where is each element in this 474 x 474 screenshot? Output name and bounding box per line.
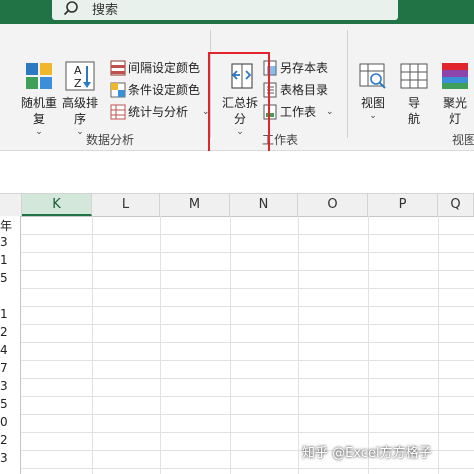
interval-color-icon — [110, 60, 126, 76]
condition-color-button[interactable]: 条件设定颜色 — [110, 81, 206, 99]
stats-analysis-button[interactable]: 统计与分析 ⌄ — [110, 103, 210, 121]
highlight-box — [208, 52, 270, 154]
row-fragment: 3 — [0, 235, 8, 249]
chevron-down-icon: ⌄ — [326, 107, 334, 117]
title-bar: 搜索 — [0, 0, 474, 24]
row-fragment: 年 — [0, 219, 13, 233]
column-header-l[interactable]: L — [92, 194, 160, 216]
navigation-button[interactable]: 导 航 — [398, 61, 430, 127]
stats-analysis-label: 统计与分析 — [128, 105, 189, 119]
row-fragment: 5 — [0, 397, 8, 411]
row-fragment: 2 — [0, 433, 8, 447]
advanced-sort-label-1: 高级排 — [61, 96, 98, 110]
random-repeat-button[interactable]: 随机重 复 ⌄ — [16, 61, 62, 137]
group-divider — [347, 30, 348, 138]
svg-text:Z: Z — [74, 77, 82, 90]
sheet-toc-button[interactable]: 表格目录 — [262, 81, 342, 99]
spotlight-label-2: 灯 — [448, 112, 461, 126]
view-group-label: 视图 — [452, 133, 474, 147]
random-repeat-label-2: 复 — [32, 112, 45, 126]
worksheet-menu-label: 工作表 — [280, 105, 317, 119]
view-button[interactable]: 视图 ⌄ — [356, 61, 390, 121]
advanced-sort-button[interactable]: A Z 高级排 序 ⌄ — [60, 61, 100, 137]
column-header-o[interactable]: O — [298, 194, 368, 216]
navigation-label-2: 航 — [407, 112, 420, 126]
spotlight-button[interactable]: 聚光 灯 — [438, 61, 472, 127]
save-sheet-button[interactable]: 另存本表 — [262, 59, 342, 77]
svg-text:A: A — [74, 64, 82, 77]
condition-color-icon — [110, 82, 126, 98]
row-fragment: 3 — [0, 379, 8, 393]
select-all-corner[interactable] — [0, 194, 22, 216]
chevron-down-icon: ⌄ — [35, 127, 43, 137]
watermark: 知乎 @Excel方方格子 — [302, 446, 432, 461]
column-header-m[interactable]: M — [160, 194, 230, 216]
navigation-grid-icon — [400, 63, 428, 89]
row-fragment: 3 — [0, 451, 8, 465]
search-label: 搜索 — [92, 3, 119, 18]
row-fragment: 1 — [0, 253, 8, 267]
random-repeat-label-1: 随机重 — [20, 96, 57, 110]
worksheet-menu-button[interactable]: 工作表 ⌄ — [262, 103, 342, 121]
condition-color-label: 条件设定颜色 — [128, 83, 201, 97]
row-fragment: 5 — [0, 271, 8, 285]
advanced-sort-label-2: 序 — [73, 112, 86, 126]
column-header-q[interactable]: Q — [438, 194, 474, 216]
row-fragment: 4 — [0, 343, 8, 357]
sort-az-icon: A Z — [65, 61, 95, 91]
sheet-toc-label: 表格目录 — [280, 83, 329, 97]
search-icon — [63, 1, 78, 16]
search-box[interactable]: 搜索 — [52, 0, 398, 20]
row-fragment: 2 — [0, 325, 8, 339]
formula-area — [0, 151, 474, 193]
cell-grid[interactable]: 年 3 1 5 1 2 4 7 3 5 0 2 3 — [0, 216, 474, 474]
row-fragment: 7 — [0, 361, 8, 375]
column-header-p[interactable]: P — [368, 194, 438, 216]
column-header-n[interactable]: N — [230, 194, 298, 216]
spotlight-icon — [442, 63, 468, 89]
random-repeat-icon — [26, 63, 52, 89]
save-sheet-label: 另存本表 — [280, 61, 329, 75]
interval-color-label: 间隔设定颜色 — [128, 61, 201, 75]
view-label: 视图 — [360, 96, 385, 110]
data-analysis-group-label: 数据分析 — [86, 133, 135, 147]
column-header-bar: K L M N O P Q — [0, 193, 474, 217]
column-header-k[interactable]: K — [22, 194, 92, 216]
view-icon — [359, 63, 386, 89]
navigation-label-1: 导 — [407, 96, 420, 110]
row-fragment-column: 年 3 1 5 1 2 4 7 3 5 0 2 3 — [0, 216, 21, 474]
chevron-down-icon: ⌄ — [369, 111, 377, 121]
interval-color-button[interactable]: 间隔设定颜色 — [110, 59, 206, 77]
stats-grid-icon — [110, 104, 126, 120]
row-fragment: 1 — [0, 307, 8, 321]
row-fragment: 0 — [0, 415, 8, 429]
spotlight-label-1: 聚光 — [442, 96, 467, 110]
